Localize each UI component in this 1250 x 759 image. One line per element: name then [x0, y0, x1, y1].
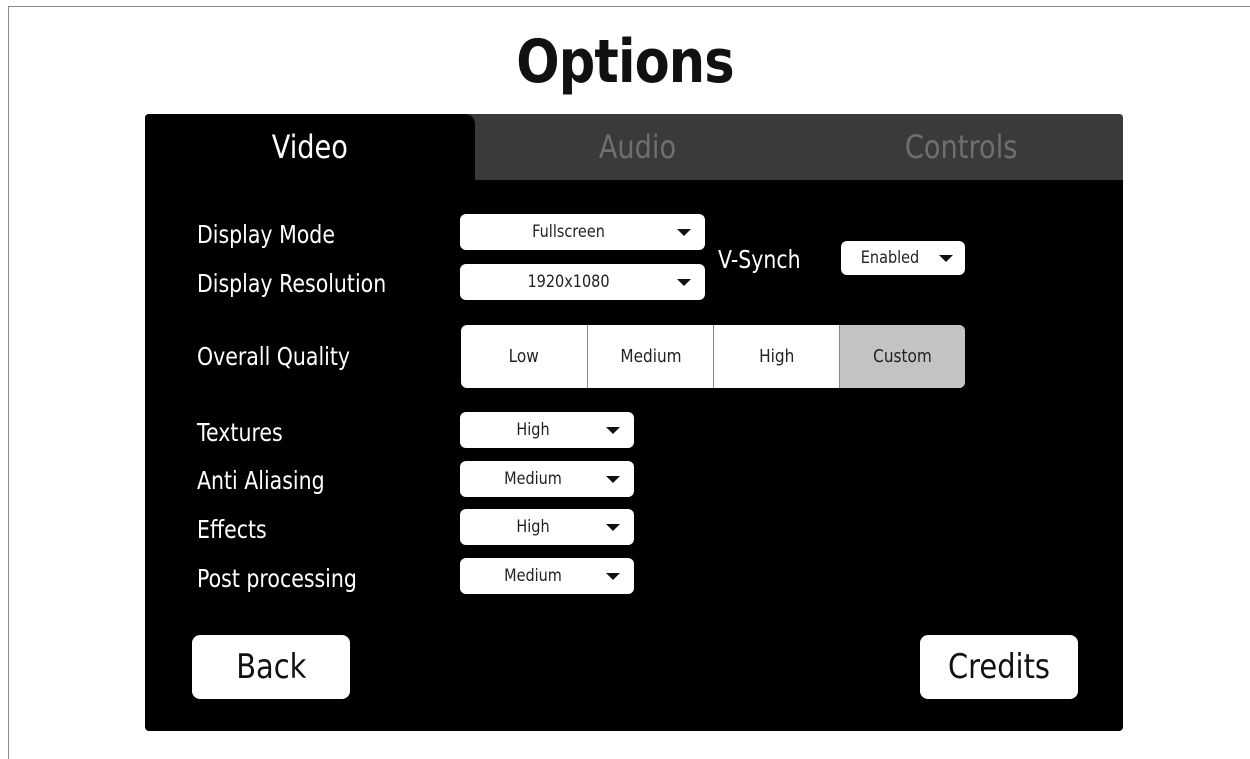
tab-video-label: Video [271, 128, 349, 166]
anti-aliasing-value: Medium [504, 469, 562, 489]
vsynch-dropdown[interactable]: Enabled [841, 241, 965, 275]
display-mode-dropdown[interactable]: Fullscreen [460, 214, 705, 250]
caret-down-icon [677, 278, 691, 286]
quality-low-label: Low [508, 346, 540, 367]
quality-high-label: High [758, 346, 795, 367]
credits-button[interactable]: Credits [920, 635, 1078, 699]
credits-button-label: Credits [948, 647, 1050, 687]
quality-medium-label: Medium [619, 346, 682, 367]
textures-dropdown[interactable]: High [460, 412, 634, 448]
display-mode-label: Display Mode [197, 220, 335, 249]
tab-controls-label: Controls [905, 128, 1018, 166]
tab-audio-label: Audio [598, 128, 677, 166]
textures-label: Textures [197, 418, 283, 447]
textures-value: High [516, 420, 550, 440]
tab-audio[interactable]: Audio [475, 114, 800, 180]
effects-dropdown[interactable]: High [460, 509, 634, 545]
frame-top-border [8, 6, 1250, 7]
quality-medium-button[interactable]: Medium [587, 325, 713, 388]
overall-quality-label: Overall Quality [197, 342, 351, 371]
tab-video[interactable]: Video [145, 114, 475, 180]
back-button[interactable]: Back [192, 635, 350, 699]
quality-custom-label: Custom [873, 346, 932, 367]
post-processing-value: Medium [504, 566, 562, 586]
effects-label: Effects [197, 515, 267, 544]
post-processing-dropdown[interactable]: Medium [460, 558, 634, 594]
caret-down-icon [677, 228, 691, 236]
caret-down-icon [939, 254, 953, 262]
display-resolution-value: 1920x1080 [527, 272, 610, 292]
caret-down-icon [606, 523, 620, 531]
display-resolution-dropdown[interactable]: 1920x1080 [460, 264, 705, 300]
display-resolution-label: Display Resolution [197, 269, 387, 298]
anti-aliasing-label: Anti Aliasing [197, 466, 325, 495]
caret-down-icon [606, 572, 620, 580]
back-button-label: Back [235, 647, 307, 687]
vsynch-value: Enabled [860, 248, 920, 268]
caret-down-icon [606, 475, 620, 483]
effects-value: High [516, 517, 550, 537]
frame-left-border [8, 6, 9, 759]
quality-low-button[interactable]: Low [461, 325, 587, 388]
post-processing-label: Post processing [197, 564, 357, 593]
options-panel: Video Audio Controls Display Mode Fullsc… [145, 114, 1123, 731]
overall-quality-segmented: Low Medium High Custom [461, 325, 965, 388]
display-mode-value: Fullscreen [532, 222, 605, 242]
tab-controls[interactable]: Controls [800, 114, 1123, 180]
anti-aliasing-dropdown[interactable]: Medium [460, 461, 634, 497]
vsynch-label: V-Synch [718, 245, 801, 274]
quality-custom-button[interactable]: Custom [839, 325, 965, 388]
quality-high-button[interactable]: High [713, 325, 839, 388]
caret-down-icon [606, 426, 620, 434]
tab-bar: Video Audio Controls [145, 114, 1123, 180]
page-title: Options [516, 27, 734, 97]
